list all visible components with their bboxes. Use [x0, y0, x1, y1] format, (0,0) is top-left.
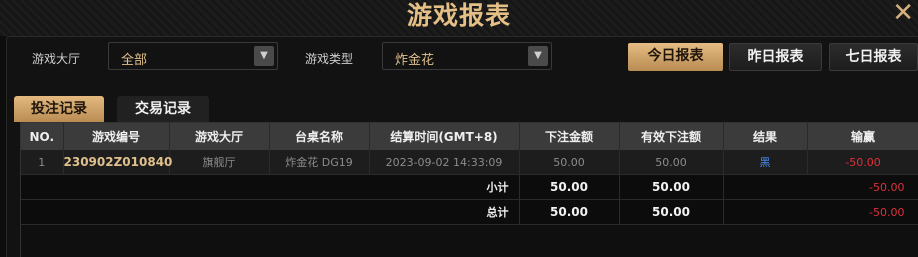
- subtotal-valid-bet: 50.00: [619, 174, 724, 200]
- cell-settle-time: 2023-09-02 14:33:09: [369, 150, 520, 175]
- col-header-bet-amount: 下注金额: [519, 123, 620, 150]
- cell-no: 1: [21, 150, 64, 175]
- type-filter-label: 游戏类型: [305, 52, 354, 66]
- cell-result[interactable]: 黑: [723, 150, 808, 175]
- cell-bet-amount: 50.00: [519, 150, 620, 175]
- title-bar: 游戏报表 ✕: [0, 0, 918, 36]
- col-header-valid-bet: 有效下注额: [619, 123, 724, 150]
- window-title: 游戏报表: [406, 1, 511, 30]
- close-icon[interactable]: ✕: [892, 0, 914, 28]
- table-header-row: NO. 游戏编号 游戏大厅 台桌名称 结算时间(GMT+8) 下注金额 有效下注…: [21, 123, 918, 150]
- subtotal-row: 小计 50.00 50.00 -50.00: [21, 174, 918, 200]
- hall-filter-label: 游戏大厅: [32, 52, 81, 66]
- yesterday-report-button[interactable]: 昨日报表: [729, 43, 822, 71]
- cell-hall: 旗舰厅: [169, 150, 270, 175]
- total-row: 总计 50.00 50.00 -50.00: [21, 199, 918, 225]
- col-header-table-name: 台桌名称: [269, 123, 370, 150]
- total-win-loss: -50.00: [723, 199, 918, 225]
- tab-transaction-records[interactable]: 交易记录: [117, 96, 209, 122]
- col-header-no: NO.: [21, 123, 64, 150]
- col-header-game-id: 游戏编号: [63, 123, 170, 150]
- today-report-button[interactable]: 今日报表: [628, 43, 723, 71]
- game-type-select-value: 炸金花: [395, 53, 435, 68]
- hall-select-value: 全部: [121, 53, 148, 68]
- subtotal-bet-amount: 50.00: [519, 174, 620, 200]
- cell-game-id: 230902Z010840: [63, 150, 172, 175]
- subtotal-label: 小计: [21, 174, 520, 200]
- seven-day-report-button[interactable]: 七日报表: [829, 43, 918, 71]
- cell-table-name: 炸金花 DG19: [269, 150, 370, 175]
- subtotal-win-loss: -50.00: [723, 174, 918, 200]
- cell-win-loss: -50.00: [807, 150, 918, 175]
- total-valid-bet: 50.00: [619, 199, 724, 225]
- chevron-down-icon[interactable]: ▼: [528, 46, 548, 66]
- col-header-hall: 游戏大厅: [169, 123, 270, 150]
- total-bet-amount: 50.00: [519, 199, 620, 225]
- hall-select[interactable]: 全部 ▼: [108, 42, 278, 70]
- col-header-settle-time: 结算时间(GMT+8): [369, 123, 520, 150]
- col-header-result: 结果: [723, 123, 808, 150]
- col-header-win-loss: 输赢: [807, 123, 918, 150]
- table-row: 1 230902Z010840 旗舰厅 炸金花 DG19 2023-09-02 …: [21, 150, 918, 175]
- cell-valid-bet: 50.00: [619, 150, 724, 175]
- bet-records-table: NO. 游戏编号 游戏大厅 台桌名称 结算时间(GMT+8) 下注金额 有效下注…: [20, 122, 918, 257]
- total-label: 总计: [21, 199, 520, 225]
- chevron-down-icon[interactable]: ▼: [254, 46, 274, 66]
- game-type-select[interactable]: 炸金花 ▼: [382, 42, 552, 70]
- tab-bet-records[interactable]: 投注记录: [14, 96, 104, 122]
